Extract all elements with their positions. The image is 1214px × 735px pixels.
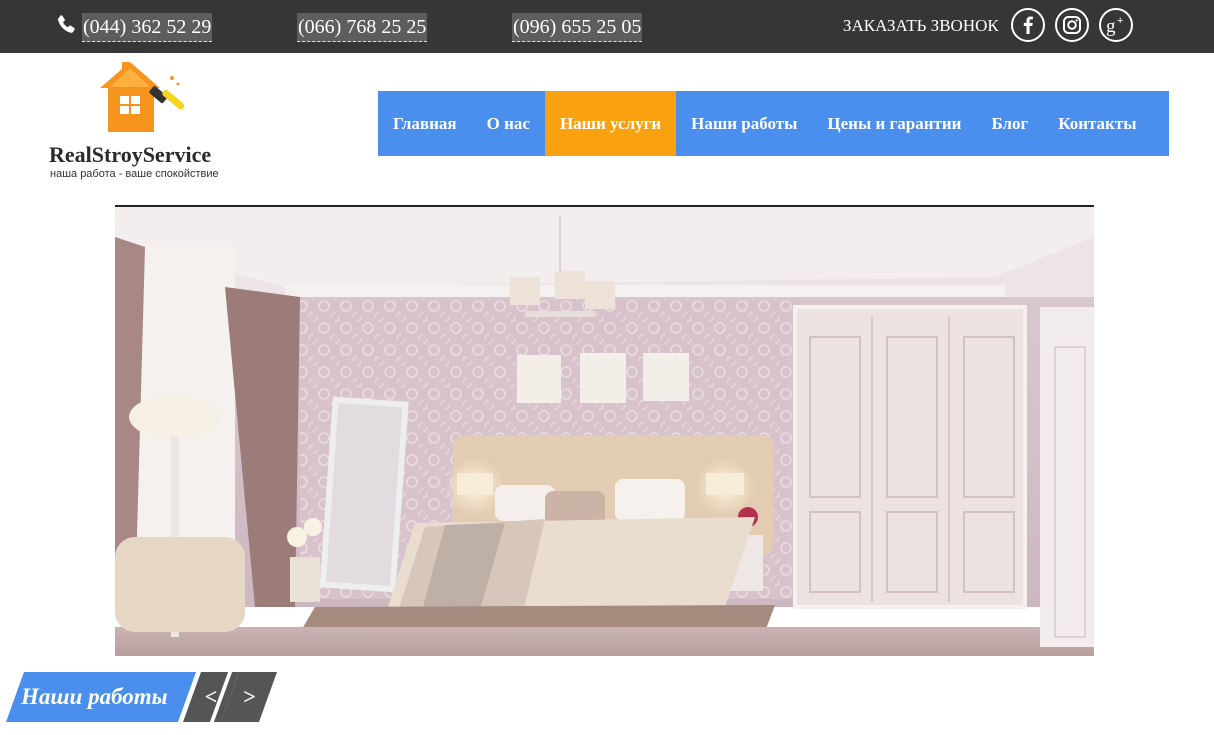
nav-item-services[interactable]: Наши услуги <box>544 91 677 156</box>
site-logo[interactable]: RealStroyService наша работа - ваше спок… <box>46 60 236 184</box>
phone-link-1[interactable]: (044) 362 52 29 <box>82 13 213 42</box>
phone-link-3[interactable]: (096) 655 25 05 <box>512 13 643 42</box>
logo-slogan: наша работа - ваше спокойствие <box>50 168 219 180</box>
nav-item-prices[interactable]: Цены и гарантии <box>812 91 976 156</box>
phone-link-2[interactable]: (066) 768 25 25 <box>297 13 428 42</box>
google-plus-icon[interactable]: g + <box>1099 8 1133 42</box>
section-title: Наши работы <box>21 684 168 709</box>
logo-name: RealStroyService <box>49 142 212 167</box>
nav-item-contacts[interactable]: Контакты <box>1043 91 1151 156</box>
phone-icon <box>58 15 75 33</box>
nav-item-home[interactable]: Главная <box>378 91 472 156</box>
main-nav: Главная О нас Наши услуги Наши работы Це… <box>378 91 1169 156</box>
callback-link[interactable]: ЗАКАЗАТЬ ЗВОНОК <box>843 14 999 38</box>
nav-item-blog[interactable]: Блог <box>976 91 1043 156</box>
top-bar: (044) 362 52 29 (066) 768 25 25 (096) 65… <box>0 0 1214 53</box>
svg-text:g: g <box>1106 16 1116 37</box>
svg-text:+: + <box>1117 15 1123 27</box>
facebook-icon[interactable] <box>1011 8 1045 42</box>
nav-item-about[interactable]: О нас <box>472 91 545 156</box>
hero-image <box>115 205 1094 656</box>
nav-item-works[interactable]: Наши работы <box>676 91 812 156</box>
house-logo-icon <box>100 62 185 132</box>
instagram-icon[interactable] <box>1055 8 1089 42</box>
